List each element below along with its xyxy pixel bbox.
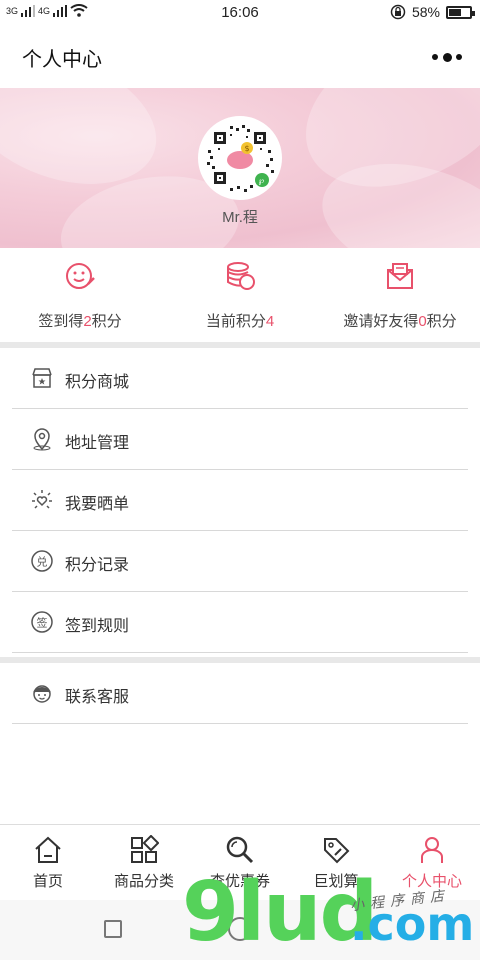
- menu-label: 联系客服: [65, 689, 130, 706]
- tab-category[interactable]: 商品分类: [96, 825, 192, 900]
- recent-apps-button[interactable]: [104, 920, 122, 938]
- menu-label: 积分商城: [65, 374, 130, 391]
- avatar[interactable]: $ ℘: [198, 116, 282, 200]
- stat-current-points[interactable]: 当前积分4: [160, 248, 320, 342]
- exchange-icon: 兑: [31, 550, 53, 572]
- home-button[interactable]: [228, 917, 252, 941]
- category-icon: [131, 835, 159, 863]
- dot-icon: [432, 54, 438, 60]
- sign-icon: 签: [31, 611, 53, 633]
- menu-item-address[interactable]: 地址管理: [12, 409, 468, 470]
- status-right: 58%: [390, 4, 475, 20]
- tab-coupon-search[interactable]: 查优惠券: [192, 825, 288, 900]
- nav-bar: 个人中心: [0, 26, 480, 88]
- smiley-pen-icon: [66, 263, 95, 289]
- stat-sign-in-text: 签到得2积分: [38, 313, 122, 330]
- location-icon: [33, 428, 51, 451]
- dot-icon: [442, 52, 452, 62]
- rotation-lock-icon: [390, 4, 406, 20]
- battery-percent: 58%: [411, 4, 440, 20]
- system-nav-bar: [0, 900, 480, 960]
- menu-item-points-record[interactable]: 兑 积分记录: [12, 531, 468, 592]
- sun-heart-icon: [32, 490, 52, 509]
- svg-text:兑: 兑: [37, 555, 48, 569]
- coin-stack-icon: [227, 262, 255, 290]
- tab-label: 查优惠券: [209, 873, 270, 890]
- customer-service-icon: [33, 685, 51, 703]
- menu-item-customer-service[interactable]: 联系客服: [12, 663, 468, 724]
- tag-icon: [324, 838, 350, 864]
- person-icon: [421, 837, 443, 863]
- search-coupon-icon: [226, 836, 254, 864]
- status-bar: 3G 4G 16:06 58%: [0, 0, 480, 26]
- stat-invite[interactable]: 邀请好友得0积分: [320, 248, 480, 342]
- svg-text:$: $: [245, 144, 250, 153]
- tab-bargain[interactable]: 巨划算: [288, 825, 384, 900]
- qr-code-avatar-icon: $ ℘: [200, 118, 280, 198]
- stat-invite-text: 邀请好友得0积分: [343, 313, 457, 330]
- battery-icon: [446, 5, 475, 19]
- more-menu-button[interactable]: [432, 48, 462, 66]
- tab-label: 商品分类: [113, 873, 174, 890]
- tab-label: 首页: [32, 873, 63, 890]
- page-title: 个人中心: [22, 49, 102, 71]
- tab-profile[interactable]: 个人中心: [384, 825, 480, 900]
- store-icon: [32, 368, 52, 388]
- dot-icon: [456, 54, 462, 60]
- tab-bar: 首页 商品分类 查优惠券 巨划算 个人中心: [0, 824, 480, 900]
- stat-sign-in[interactable]: 签到得2积分: [0, 248, 160, 342]
- svg-text:签: 签: [37, 616, 48, 630]
- menu-item-sign-rules[interactable]: 签 签到规则: [12, 592, 468, 653]
- username: Mr.程: [222, 209, 258, 226]
- tab-home[interactable]: 首页: [0, 825, 96, 900]
- menu-item-share-order[interactable]: 我要晒单: [12, 470, 468, 531]
- envelope-icon: [387, 263, 413, 289]
- tab-label: 巨划算: [313, 873, 359, 890]
- menu-item-points-mall[interactable]: 积分商城: [12, 348, 468, 409]
- menu-label: 地址管理: [65, 435, 130, 452]
- stats-row: 签到得2积分 当前积分4 邀请好友得0积分: [0, 248, 480, 342]
- menu-label: 签到规则: [65, 618, 130, 635]
- menu-label: 积分记录: [65, 557, 130, 574]
- tab-label: 个人中心: [401, 873, 462, 890]
- stat-current-points-text: 当前积分4: [205, 313, 275, 330]
- svg-text:℘: ℘: [259, 176, 265, 185]
- menu-label: 我要晒单: [65, 496, 130, 513]
- home-icon: [35, 836, 61, 863]
